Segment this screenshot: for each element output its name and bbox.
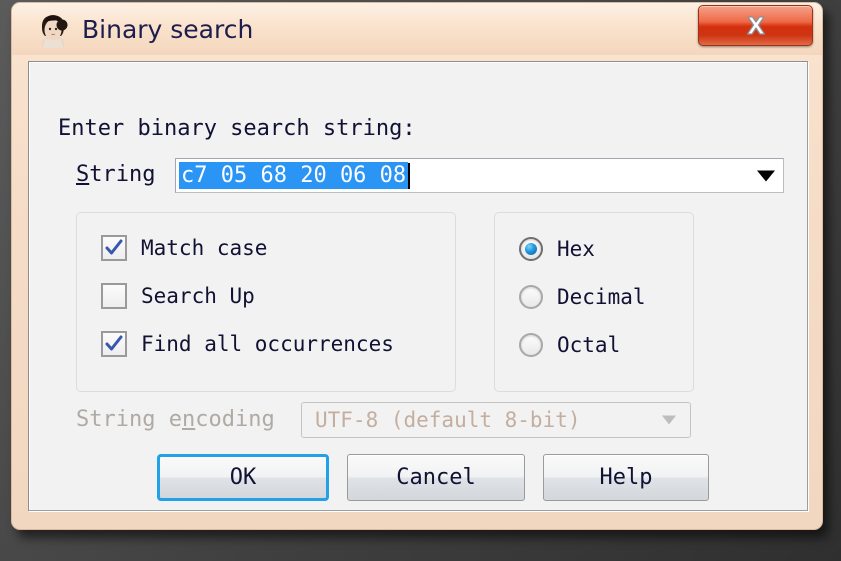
binary-search-dialog-window: Binary search Enter binary search string… <box>11 2 823 530</box>
check-icon <box>105 335 123 351</box>
radio-octal[interactable]: Octal <box>519 330 620 360</box>
checkbox-find-all-occurrences[interactable]: Find all occurrences <box>101 329 394 359</box>
string-label-accel: S <box>76 162 90 187</box>
ok-button[interactable]: OK <box>157 454 329 501</box>
number-base-group: Hex Decimal Octal <box>494 212 694 392</box>
radio-label: Decimal <box>557 285 646 309</box>
title-bar[interactable]: Binary search <box>12 3 822 55</box>
radio-decimal[interactable]: Decimal <box>519 282 646 312</box>
string-label-rest: tring <box>89 162 156 187</box>
radio-label: Octal <box>557 333 621 357</box>
portrait-avatar-icon <box>34 11 72 48</box>
radio-hex[interactable]: Hex <box>519 234 595 264</box>
radio-indicator[interactable] <box>519 237 543 261</box>
string-encoding-label: String encoding <box>76 407 275 432</box>
close-button[interactable] <box>698 5 813 46</box>
checkbox-match-case[interactable]: Match case <box>101 233 267 263</box>
chevron-down-icon[interactable] <box>757 170 775 181</box>
search-string-input[interactable]: c7 05 68 20 06 08 <box>179 162 409 189</box>
close-icon <box>746 15 765 35</box>
desktop-background: Binary search Enter binary search string… <box>0 0 841 561</box>
search-options-group: Match case Search Up Find all occurrence… <box>76 212 456 392</box>
chevron-down-icon <box>662 415 676 425</box>
encoding-label-post: coding <box>195 407 275 432</box>
radio-indicator[interactable] <box>519 285 543 309</box>
encoding-label-pre: String e <box>76 407 182 432</box>
checkbox-search-up[interactable]: Search Up <box>101 281 255 311</box>
search-string-combobox[interactable]: c7 05 68 20 06 08 <box>175 158 784 193</box>
string-field-label: String <box>76 162 155 187</box>
encoding-label-accel: n <box>181 407 196 432</box>
checkbox-label: Find all occurrences <box>141 332 394 356</box>
prompt-label: Enter binary search string: <box>58 116 416 141</box>
checkbox-indicator[interactable] <box>101 235 127 261</box>
dialog-content-panel: Enter binary search string: String c7 05… <box>28 61 808 511</box>
checkbox-label: Match case <box>141 236 268 260</box>
check-icon <box>105 239 123 255</box>
cancel-button[interactable]: Cancel <box>347 454 525 501</box>
radio-label: Hex <box>557 237 595 261</box>
checkbox-indicator[interactable] <box>101 283 127 309</box>
window-title: Binary search <box>82 15 254 44</box>
radio-dot-icon <box>525 243 537 255</box>
checkbox-label: Search Up <box>141 284 255 308</box>
help-button[interactable]: Help <box>543 454 709 501</box>
text-caret <box>408 163 410 189</box>
string-encoding-value: UTF-8 (default 8-bit) <box>315 408 581 432</box>
radio-indicator[interactable] <box>519 333 543 357</box>
string-encoding-combobox: UTF-8 (default 8-bit) <box>301 402 691 438</box>
checkbox-indicator[interactable] <box>101 331 127 357</box>
